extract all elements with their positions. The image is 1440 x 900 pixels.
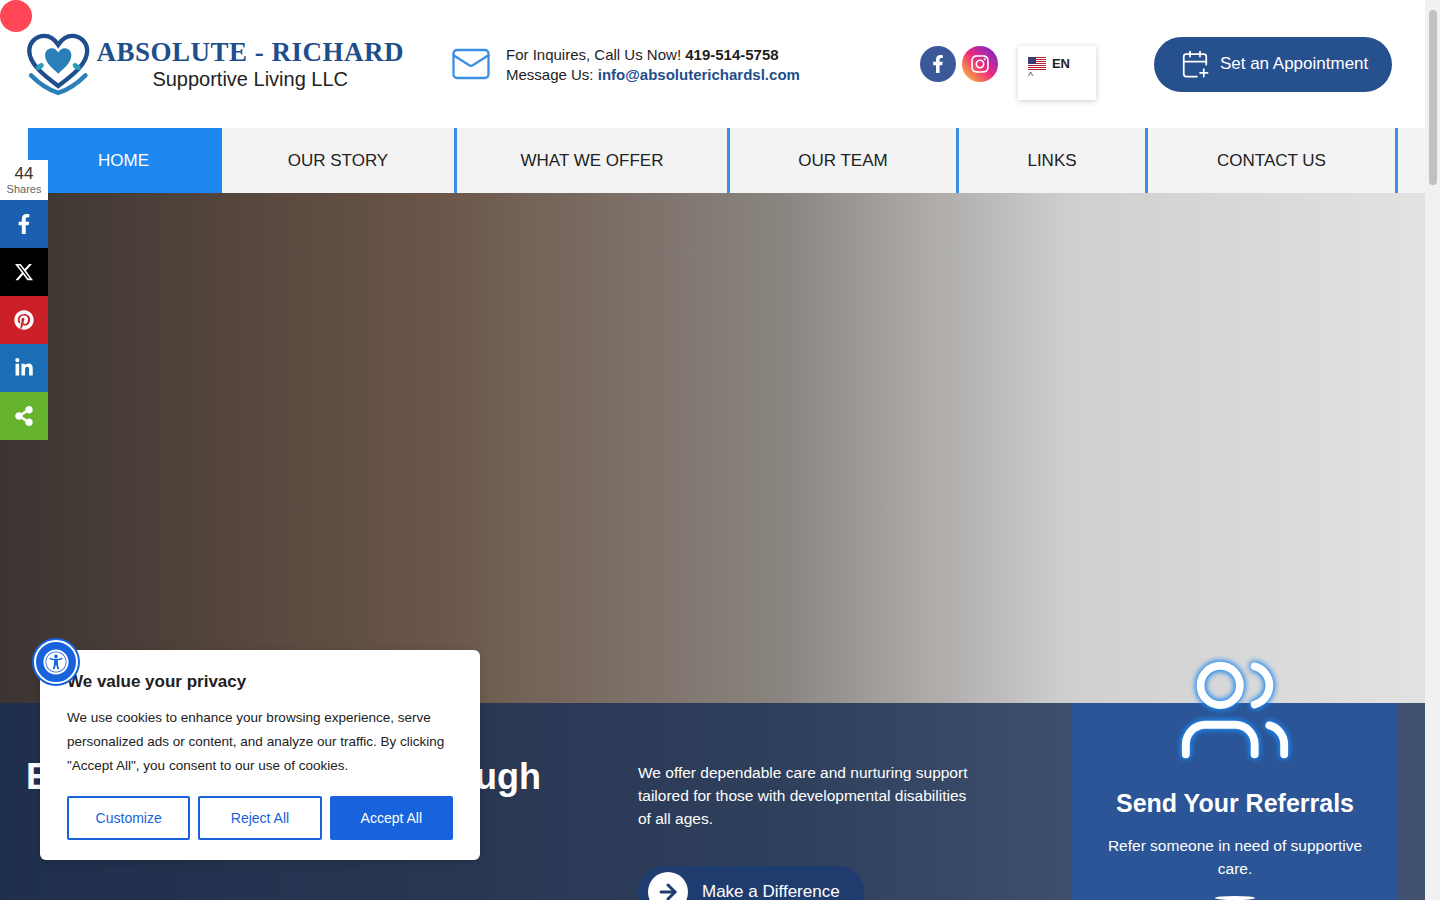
arrow-right-icon (656, 880, 680, 900)
linkedin-icon (14, 358, 34, 378)
contact: For Inquires, Call Us Now! 419-514-5758 M… (450, 43, 800, 85)
language-code: EN (1052, 56, 1070, 71)
instagram-icon (970, 54, 990, 74)
facebook-icon (14, 214, 34, 234)
users-icon (1176, 651, 1294, 769)
accessibility-icon (43, 649, 69, 675)
language-toggle[interactable]: ^ (1028, 71, 1086, 82)
logo-title: ABSOLUTE - RICHARD (96, 37, 404, 68)
facebook-link[interactable] (920, 46, 956, 82)
nav-item[interactable]: CONTACT US (1148, 128, 1398, 193)
phone-line: For Inquires, Call Us Now! 419-514-5758 (506, 46, 800, 63)
nav-item[interactable]: OUR TEAM (730, 128, 959, 193)
us-flag-icon (1028, 57, 1046, 70)
accessibility-button[interactable] (34, 640, 78, 684)
make-difference-button[interactable]: Make a Difference (638, 866, 864, 900)
cookie-buttons: CustomizeReject AllAccept All (67, 796, 453, 840)
logo-subtitle: Supportive Living LLC (152, 68, 348, 91)
logo-text: ABSOLUTE - RICHARDSupportive Living LLC (96, 37, 404, 91)
language-current: EN (1028, 56, 1086, 71)
share-count-label: Shares (7, 183, 42, 195)
email-line: Message Us: info@absoluterichardsl.com (506, 66, 800, 83)
appointment-button[interactable]: Set an Appointment (1154, 37, 1392, 92)
contact-lines: For Inquires, Call Us Now! 419-514-5758 M… (506, 46, 800, 83)
cookie-button[interactable]: Reject All (198, 796, 321, 840)
cookie-text: We use cookies to enhance your browsing … (67, 706, 453, 778)
main-nav: HOMEOUR STORYWHAT WE OFFEROUR TEAMLINKSC… (28, 128, 1425, 193)
phone[interactable]: 419-514-5758 (685, 46, 778, 63)
hero-text-column: We offer dependable care and nurturing s… (638, 703, 968, 900)
logo[interactable]: ABSOLUTE - RICHARDSupportive Living LLC (24, 27, 404, 101)
scrollbar[interactable] (1425, 0, 1440, 900)
cookie-title: We value your privacy (67, 672, 453, 692)
calendar-icon (1180, 49, 1210, 79)
nav-item[interactable]: HOME (28, 128, 222, 193)
referral-button[interactable] (1215, 896, 1255, 900)
envelope-icon (450, 43, 492, 85)
share-count-number: 44 (15, 165, 34, 183)
header: ABSOLUTE - RICHARDSupportive Living LLC F… (0, 0, 1425, 128)
referral-text: Refer someone in need of supportive care… (1102, 834, 1368, 880)
share-count: 44Shares (0, 160, 48, 200)
language-selector[interactable]: EN^ (1018, 46, 1096, 100)
pinterest-icon (14, 310, 34, 330)
share-button[interactable] (0, 200, 48, 248)
cookie-banner: We value your privacy We use cookies to e… (40, 650, 480, 860)
social-links (920, 46, 998, 82)
scrollbar-thumb[interactable] (1429, 10, 1437, 185)
arrow-circle (648, 872, 688, 900)
logo-icon (24, 27, 92, 101)
share-button[interactable] (0, 344, 48, 392)
referral-card: Send Your Referrals Refer someone in need… (1072, 703, 1398, 900)
share-icon (14, 406, 34, 426)
nav-item[interactable]: OUR STORY (222, 128, 457, 193)
red-dot (0, 0, 32, 32)
share-bar: 44Shares (0, 160, 48, 440)
nav-item[interactable]: WHAT WE OFFER (457, 128, 730, 193)
facebook-icon (929, 55, 947, 73)
x-icon (14, 262, 34, 282)
instagram-link[interactable] (962, 46, 998, 82)
share-button[interactable] (0, 296, 48, 344)
referral-title: Send Your Referrals (1116, 789, 1354, 818)
hero-text: We offer dependable care and nurturing s… (638, 761, 968, 830)
share-button[interactable] (0, 392, 48, 440)
cookie-button[interactable]: Accept All (330, 796, 453, 840)
share-button[interactable] (0, 248, 48, 296)
main: ABSOLUTE - RICHARDSupportive Living LLC F… (0, 0, 1425, 900)
cookie-button[interactable]: Customize (67, 796, 190, 840)
page: ABSOLUTE - RICHARDSupportive Living LLC F… (0, 0, 1440, 900)
nav-item[interactable]: LINKS (959, 128, 1148, 193)
email[interactable]: info@absoluterichardsl.com (598, 66, 800, 83)
users-icon-wrap (1176, 651, 1294, 769)
